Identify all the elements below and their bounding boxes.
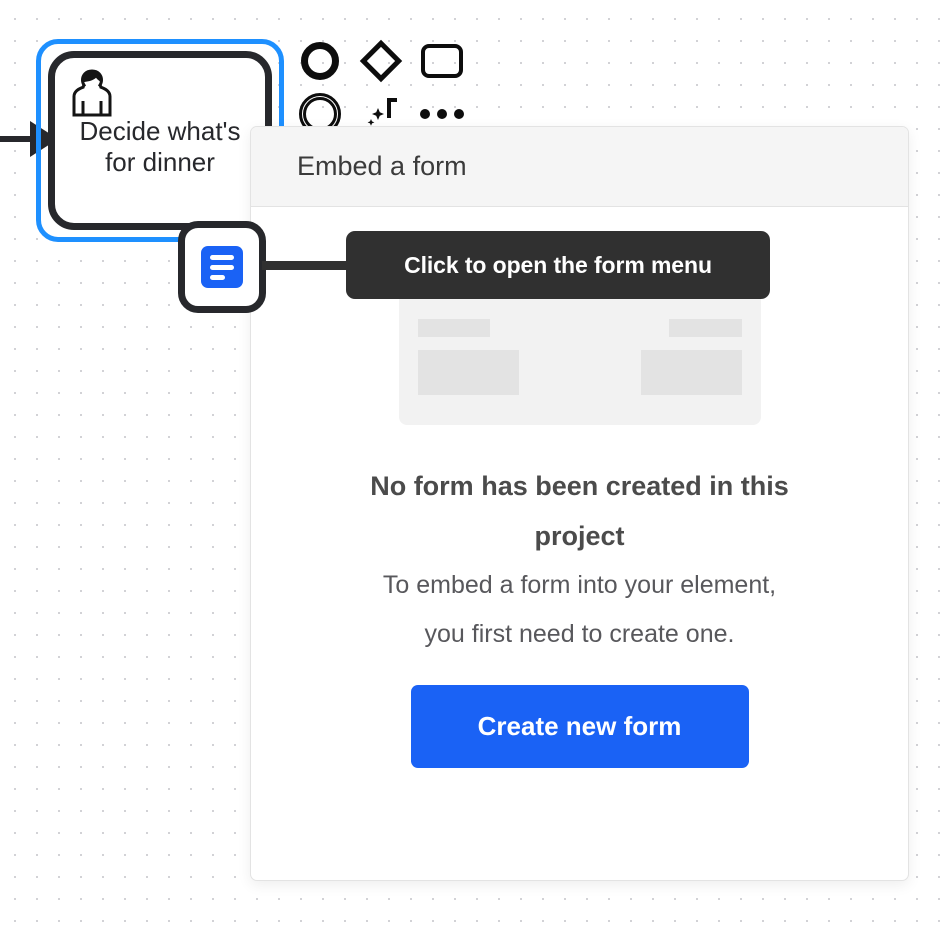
form-icon	[201, 246, 243, 288]
ellipsis-icon	[419, 108, 464, 119]
empty-state-subtext: To embed a form into your element, you f…	[315, 561, 845, 659]
flowchart-canvas[interactable]: Decide what's for dinner Embed a form No…	[0, 0, 944, 930]
empty-state-subtext-line-1: To embed a form into your element,	[382, 571, 777, 599]
tooltip: Click to open the form menu	[346, 231, 770, 299]
flow-node-decide-what-for-dinner[interactable]: Decide what's for dinner	[48, 51, 272, 230]
skeleton-field-left	[417, 350, 519, 395]
skeleton-label-right	[669, 319, 742, 337]
user-icon	[72, 69, 112, 117]
skeleton-field-row	[417, 350, 742, 395]
skeleton-label-left	[417, 319, 490, 337]
panel-body: No form has been created in this project…	[251, 231, 908, 768]
diamond-shape-button[interactable]	[357, 37, 404, 84]
node-label-line-2: for dinner	[105, 147, 215, 177]
empty-state-heading: No form has been created in this project	[370, 471, 789, 551]
diamond-icon	[359, 39, 402, 82]
node-label-line-1: Decide what's	[79, 116, 241, 146]
form-menu-button[interactable]	[178, 221, 266, 313]
skeleton-field-right	[640, 350, 742, 395]
empty-state-subtext-line-2: you first need to create one.	[424, 620, 735, 648]
circle-icon	[300, 41, 339, 80]
shape-toolbar-row-1	[296, 34, 466, 87]
tooltip-text: Click to open the form menu	[404, 251, 712, 278]
circle-shape-button[interactable]	[296, 37, 343, 84]
page-title: Embed a form	[297, 151, 467, 181]
tooltip-connector-line	[262, 261, 358, 270]
shape-toolbar[interactable]	[296, 34, 466, 140]
skeleton-label-row	[417, 319, 742, 337]
rectangle-shape-button[interactable]	[418, 37, 465, 84]
node-label: Decide what's for dinner	[55, 116, 265, 178]
create-new-form-button[interactable]: Create new form	[410, 685, 749, 768]
panel-header: Embed a form	[251, 127, 908, 207]
rounded-rectangle-icon	[420, 43, 463, 78]
